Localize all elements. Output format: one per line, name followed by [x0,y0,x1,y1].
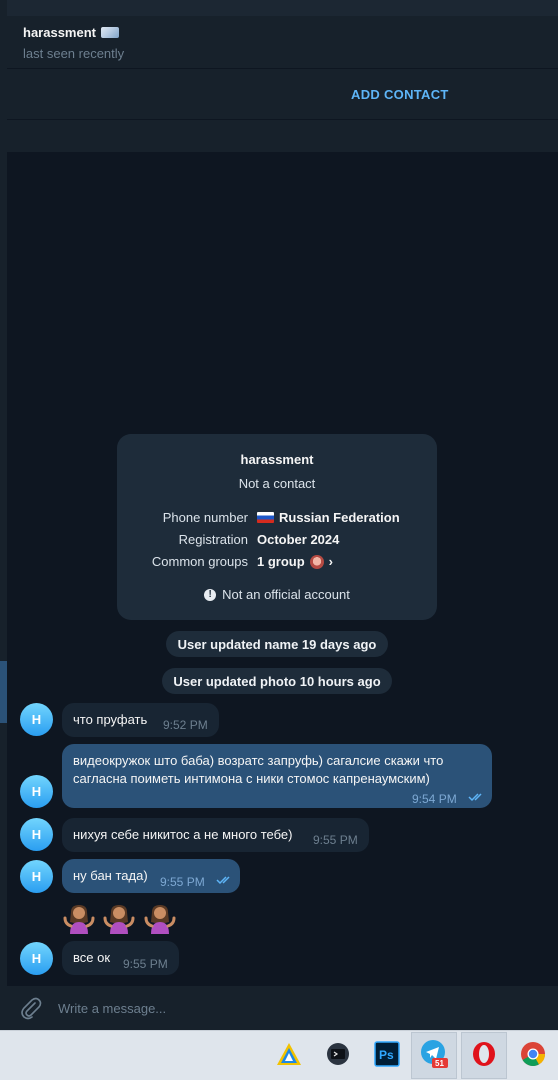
message-text: что пруфать [73,712,148,727]
message-bubble[interactable]: видеокружок што баба) возратс запруфь) с… [62,744,492,808]
chevron-right-icon: › [328,554,334,569]
avatar[interactable]: H [20,703,53,736]
message-bubble[interactable]: нихуя себе никитос а не много тебе) 9:55… [62,818,369,852]
message-bubble[interactable]: что пруфать 9:52 PM [62,703,219,737]
svg-text:Ps: Ps [379,1048,394,1062]
info-row-value: October 2024 [257,532,339,547]
info-card-name: harassment [240,452,314,467]
info-row-label: Phone number [162,510,248,525]
avatar[interactable]: H [20,942,53,975]
avatar[interactable]: H [20,860,53,893]
pinned-bar [7,120,558,152]
chrome-icon[interactable] [518,1039,548,1069]
message-text: нихуя себе никитос а не много тебе) [73,827,293,842]
message-text: ну бан тада) [73,868,148,883]
info-row-label: Registration [178,532,248,547]
official-note-text: Not an official account [222,587,350,602]
contact-name: harassment [23,25,96,40]
chat-title[interactable]: harassment [23,25,119,40]
info-row-value: Russian Federation [257,510,400,525]
chat-list-edge [0,0,7,1030]
service-message: User updated name 19 days ago [166,631,388,657]
telegram-chat-window: harassment last seen recently ADD CONTAC… [0,0,558,1030]
info-row-label: Common groups [151,554,248,569]
shrug-woman-emoji[interactable] [62,902,96,936]
avatar[interactable]: H [20,775,53,808]
message-time: 9:55 PM [123,957,168,971]
message-time: 9:54 PM [412,792,457,806]
add-contact-bar: ADD CONTACT [7,69,558,119]
message-bubble[interactable]: ну бан тада) 9:55 PM [62,859,240,893]
read-checkmarks-icon [216,876,230,885]
message-text-line: сагласна поиметь интимона с ники стомос … [73,771,430,786]
message-text-line: видеокружок што баба) возратс запруфь) с… [73,753,444,768]
read-checkmarks-icon [468,793,482,802]
svg-text:51: 51 [435,1059,444,1068]
chat-list-selection-marker [0,661,7,723]
message-time: 9:55 PM [313,833,358,847]
message-bubble[interactable]: все ок 9:55 PM [62,941,179,975]
shrug-woman-emoji[interactable] [143,902,177,936]
message-time: 9:52 PM [163,718,208,732]
service-message: User updated photo 10 hours ago [162,668,392,694]
paperclip-icon[interactable] [20,996,42,1020]
aimp-icon[interactable] [274,1039,304,1069]
info-row-value-text: 1 group [257,554,305,569]
common-groups-link[interactable]: 1 group › [257,554,333,569]
photoshop-icon[interactable]: Ps [372,1039,402,1069]
avatar[interactable]: H [20,818,53,851]
opera-icon[interactable] [469,1039,499,1069]
official-note: ! Not an official account [117,587,437,602]
telegram-icon[interactable]: 51 [419,1039,449,1069]
exclamation-icon: ! [204,588,217,601]
message-text: все ок [73,950,111,965]
russia-flag-icon [257,512,274,523]
info-card-subtitle: Not a contact [238,476,316,491]
chat-header[interactable]: harassment last seen recently [7,16,558,68]
info-row-value-text: Russian Federation [279,510,400,525]
message-input[interactable] [58,986,528,1030]
message-time: 9:55 PM [160,875,205,889]
shrug-woman-emoji[interactable] [102,902,136,936]
group-emoji-icon [309,554,324,569]
message-composer [7,986,558,1030]
terminal-icon[interactable] [323,1039,353,1069]
windows-taskbar: Ps 51 [0,1030,558,1080]
window-top-strip [0,0,558,16]
contact-status: last seen recently [23,46,125,61]
contact-info-card: harassment Not a contact Phone number Ru… [117,434,437,620]
add-contact-button[interactable]: ADD CONTACT [351,87,449,102]
name-badge-icon [100,27,119,38]
info-row-value-text: October 2024 [257,532,340,547]
